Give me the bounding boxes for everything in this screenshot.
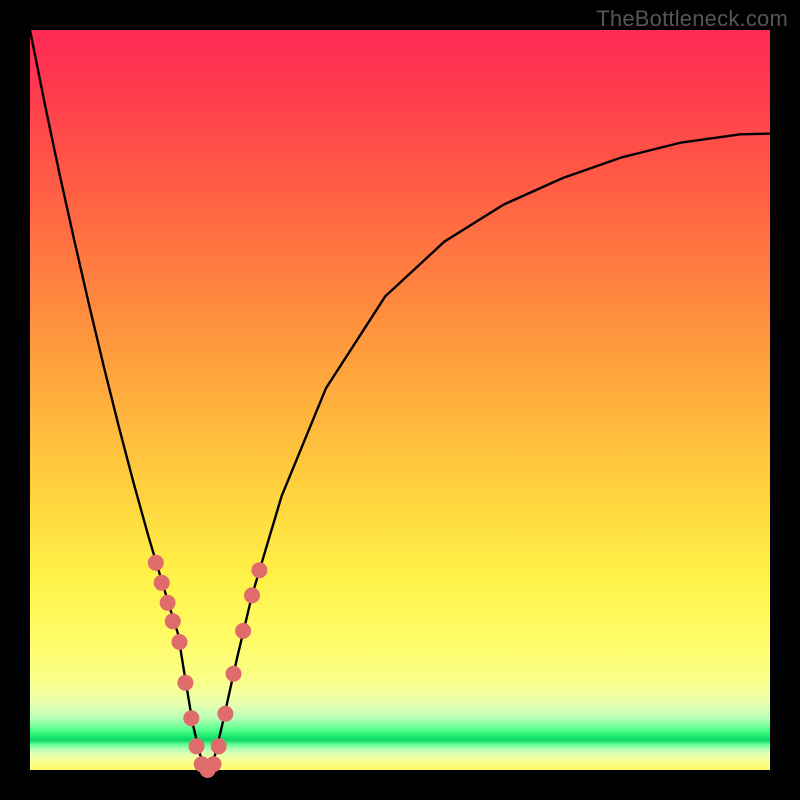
watermark-text: TheBottleneck.com (596, 6, 788, 32)
curve-marker (183, 710, 199, 726)
chart-frame: TheBottleneck.com (0, 0, 800, 800)
curve-marker (206, 756, 222, 772)
curve-marker (235, 623, 251, 639)
curve-marker (160, 595, 176, 611)
curve-marker (154, 575, 170, 591)
curve-marker (165, 613, 181, 629)
curve-markers (148, 555, 268, 778)
curve-marker (211, 738, 227, 754)
curve-marker (217, 706, 233, 722)
curve-marker (226, 666, 242, 682)
curve-path (30, 30, 770, 770)
curve-marker (189, 738, 205, 754)
curve-marker (148, 555, 164, 571)
plot-area (30, 30, 770, 770)
bottleneck-curve (30, 30, 770, 770)
curve-marker (251, 562, 267, 578)
curve-marker (172, 634, 188, 650)
curve-marker (244, 587, 260, 603)
curve-marker (177, 675, 193, 691)
